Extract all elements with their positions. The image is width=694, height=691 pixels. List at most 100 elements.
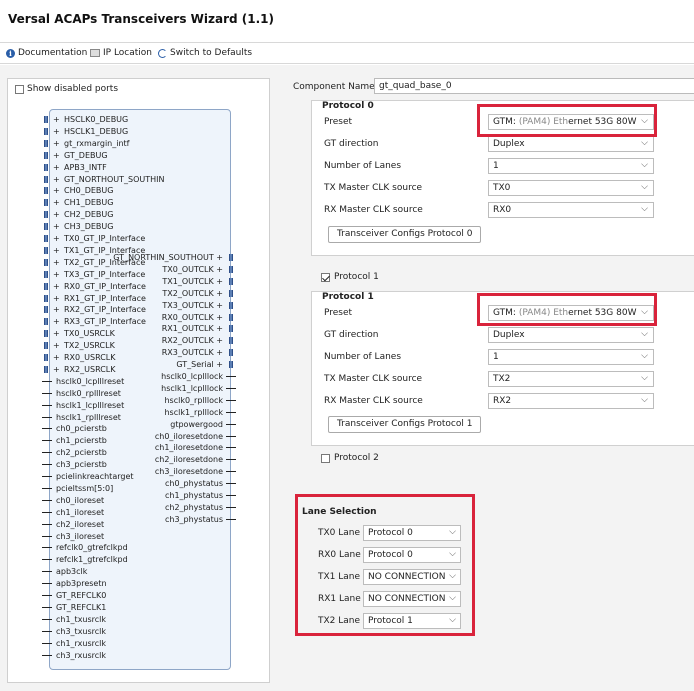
expand-icon[interactable]: +: [53, 198, 61, 207]
expand-icon[interactable]: +: [53, 294, 61, 303]
chevron-down-icon: ⌵: [641, 351, 648, 361]
p0-lanes-select[interactable]: 1 ⌵: [488, 158, 654, 174]
p0-config-button[interactable]: Transceiver Configs Protocol 0: [328, 226, 482, 243]
bus-port-marker: [44, 127, 48, 135]
expand-icon[interactable]: +: [53, 341, 61, 350]
p0-tx-label: TX Master CLK source: [324, 183, 423, 193]
expand-icon[interactable]: +: [53, 234, 61, 243]
chevron-down-icon: ⌵: [641, 395, 648, 405]
p1-lanes-select[interactable]: 1 ⌵: [488, 349, 654, 365]
expand-icon[interactable]: +: [214, 277, 223, 286]
expand-icon[interactable]: +: [53, 329, 61, 338]
expand-icon[interactable]: +: [214, 313, 223, 322]
right-bus-pin: TX2_OUTCLK +: [162, 288, 223, 298]
left-bus-pin: + GT_DEBUG: [53, 150, 108, 160]
left-signal-pin: refclk0_gtrefclkpd: [42, 543, 128, 553]
right-signal-pin: ch2_phystatus: [164, 502, 237, 512]
left-bus-pin: + HSCLK1_DEBUG: [53, 126, 129, 136]
expand-icon[interactable]: +: [53, 186, 61, 195]
component-name-input[interactable]: gt_quad_base_0: [374, 78, 694, 94]
expand-icon[interactable]: +: [214, 253, 223, 262]
protocol2-toggle[interactable]: Protocol 2: [321, 453, 379, 463]
bus-port-marker: [229, 301, 233, 309]
refresh-icon: [158, 48, 167, 58]
left-signal-pin: ch1_rxusrclk: [42, 638, 106, 648]
p1-lanes-label: Number of Lanes: [324, 352, 402, 362]
right-signal-pin: ch3_phystatus: [164, 514, 237, 524]
left-bus-pin: + RX3_GT_IP_Interface: [53, 317, 146, 327]
protocol1-checkbox[interactable]: [321, 272, 330, 282]
expand-icon[interactable]: +: [53, 175, 61, 184]
bus-port-marker: [44, 211, 48, 219]
protocol1-checkbox-label: Protocol 1: [334, 272, 379, 282]
show-disabled-ports[interactable]: Show disabled ports: [15, 84, 118, 94]
p1-direction-select[interactable]: Duplex ⌵: [488, 327, 654, 343]
chevron-down-icon: ⌵: [641, 138, 648, 148]
expand-icon[interactable]: +: [53, 270, 61, 279]
bus-port-marker: [44, 318, 48, 326]
left-signal-pin: apb3presetn: [42, 579, 107, 589]
expand-icon[interactable]: +: [214, 265, 223, 274]
expand-icon[interactable]: +: [214, 289, 223, 298]
left-signal-pin: hsclk0_rplllreset: [42, 388, 121, 398]
show-disabled-checkbox[interactable]: [15, 84, 24, 94]
expand-icon[interactable]: +: [53, 246, 61, 255]
bus-port-marker: [44, 330, 48, 338]
expand-icon[interactable]: +: [53, 353, 61, 362]
p1-tx-select[interactable]: TX2 ⌵: [488, 371, 654, 387]
expand-icon[interactable]: +: [214, 348, 223, 357]
expand-icon[interactable]: +: [53, 222, 61, 231]
switch-defaults-label: Switch to Defaults: [170, 48, 253, 58]
switch-defaults-button[interactable]: Switch to Defaults: [158, 48, 252, 58]
left-signal-pin: ch3_pcierstb: [42, 460, 107, 470]
left-bus-pin: + CH2_DEBUG: [53, 210, 114, 220]
left-signal-pin: ch1_pcierstb: [42, 436, 107, 446]
left-bus-pin: + TX0_GT_IP_Interface: [53, 234, 146, 243]
bus-port-marker: [229, 265, 233, 273]
protocol1-toggle[interactable]: Protocol 1: [321, 272, 379, 282]
right-signal-pin: ch0_iloresetdone: [154, 431, 237, 441]
expand-icon[interactable]: +: [53, 258, 61, 267]
p0-tx-select[interactable]: TX0 ⌵: [488, 180, 654, 196]
expand-icon[interactable]: +: [53, 210, 61, 219]
right-signal-pin: ch1_phystatus: [164, 491, 237, 500]
left-bus-pin: + CH3_DEBUG: [53, 222, 114, 232]
expand-icon[interactable]: +: [53, 365, 61, 374]
p1-preset-label: Preset: [324, 308, 353, 318]
expand-icon[interactable]: +: [53, 305, 61, 314]
expand-icon[interactable]: +: [214, 360, 223, 369]
ip-location-button[interactable]: IP Location: [90, 48, 152, 58]
expand-icon[interactable]: +: [53, 115, 61, 124]
expand-icon[interactable]: +: [214, 336, 223, 345]
p0-preset-label: Preset: [324, 117, 353, 127]
p0-rx-select[interactable]: RX0 ⌵: [488, 202, 654, 218]
preset-highlight-1: [477, 293, 657, 326]
right-signal-pin: ch3_iloresetdone: [154, 467, 237, 477]
left-bus-pin: + TX0_USRCLK: [53, 329, 115, 339]
expand-icon[interactable]: +: [53, 163, 61, 172]
p0-direction-select[interactable]: Duplex ⌵: [488, 136, 654, 152]
expand-icon[interactable]: +: [53, 282, 61, 291]
p1-rx-select[interactable]: RX2 ⌵: [488, 393, 654, 409]
expand-icon[interactable]: +: [214, 301, 223, 310]
bus-port-marker: [229, 349, 233, 357]
bus-port-marker: [44, 342, 48, 350]
protocol2-checkbox[interactable]: [321, 453, 330, 463]
expand-icon[interactable]: +: [53, 317, 61, 326]
expand-icon[interactable]: +: [53, 151, 61, 160]
bus-port-marker: [44, 258, 48, 266]
bus-port-marker: [44, 175, 48, 183]
protocol0-title: Protocol 0: [322, 101, 374, 111]
bus-port-marker: [229, 254, 233, 261]
expand-icon[interactable]: +: [53, 127, 61, 136]
expand-icon[interactable]: +: [53, 139, 61, 148]
p1-config-button[interactable]: Transceiver Configs Protocol 1: [328, 416, 482, 433]
right-signal-pin: gtpowergood: [170, 419, 236, 429]
documentation-button[interactable]: i Documentation: [6, 48, 87, 58]
left-signal-pin: ch1_iloreset: [41, 507, 105, 517]
bus-port-marker: [44, 270, 48, 278]
left-signal-pin: ch3_rxusrclk: [42, 650, 106, 660]
right-signal-pin: hsclk1_rplllock: [164, 407, 236, 417]
show-disabled-label: Show disabled ports: [27, 84, 119, 94]
expand-icon[interactable]: +: [214, 324, 223, 333]
